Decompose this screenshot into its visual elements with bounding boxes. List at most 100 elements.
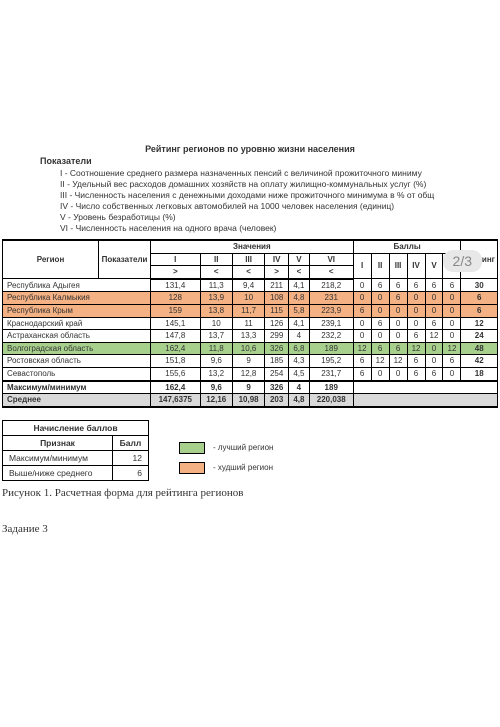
value-cell: 254: [265, 367, 289, 380]
doc-title: Рейтинг регионов по уровню жизни населен…: [0, 144, 500, 154]
score-cell: 0: [353, 317, 371, 330]
score-r0-c1: 12: [113, 450, 149, 465]
score-cell: 6: [407, 330, 425, 343]
region-name: Республика Адыгея: [3, 279, 151, 292]
score-cell: 12: [371, 355, 389, 368]
score-cell: 6: [353, 367, 371, 380]
legend-swatch-best: [179, 442, 205, 454]
indicators-list: I - Соотношение среднего размера назначе…: [60, 168, 500, 233]
legend-worst: - худший регион: [213, 463, 273, 472]
th-sign-2: <: [200, 266, 232, 279]
indicator-vi: VI - Численность населения на одного вра…: [60, 223, 500, 233]
th-values: Значения: [151, 240, 354, 253]
score-cell: 6: [353, 304, 371, 317]
score-cell: 6: [425, 279, 443, 292]
maxmin-1: 162,4: [151, 381, 201, 394]
score-cell: 0: [371, 292, 389, 305]
maxmin-4: 326: [265, 381, 289, 394]
rating-cell: 6: [461, 304, 498, 317]
value-cell: 151,8: [151, 355, 201, 368]
rating-cell: 30: [461, 279, 498, 292]
table-row: Республика Адыгея131,411,39,42114,1218,2…: [3, 279, 498, 292]
indicator-iii: III - Численность населения с денежными …: [60, 190, 500, 200]
th-sign-4: >: [265, 266, 289, 279]
task-heading: Задание 3: [2, 523, 500, 535]
page-indicator: 2/3: [443, 250, 482, 272]
th-region: Регион: [3, 240, 99, 279]
score-cell: 0: [353, 330, 371, 343]
th-sign-3: <: [232, 266, 264, 279]
th-pokaz: Показатели: [99, 240, 151, 279]
score-cell: 0: [425, 342, 443, 355]
score-cell: 0: [389, 317, 407, 330]
value-cell: 4,3: [288, 355, 309, 368]
th-b-V: V: [425, 253, 443, 279]
th-v-V: V: [288, 253, 309, 266]
value-cell: 9,4: [232, 279, 264, 292]
score-cell: 6: [353, 355, 371, 368]
value-cell: 11,7: [232, 304, 264, 317]
value-cell: 128: [151, 292, 201, 305]
score-cell: 6: [407, 279, 425, 292]
score-cell: 6: [371, 342, 389, 355]
value-cell: 189: [309, 342, 353, 355]
score-cell: 0: [389, 330, 407, 343]
score-h2: Балл: [113, 435, 149, 450]
score-cell: 0: [389, 304, 407, 317]
maxmin-3: 9: [232, 381, 264, 394]
value-cell: 211: [265, 279, 289, 292]
value-cell: 145,1: [151, 317, 201, 330]
maxmin-blank: [353, 381, 497, 394]
value-cell: 13,9: [200, 292, 232, 305]
value-cell: 11,8: [200, 342, 232, 355]
value-cell: 195,2: [309, 355, 353, 368]
th-v-III: III: [232, 253, 264, 266]
avg-2: 12,16: [200, 394, 232, 407]
th-scores: Баллы: [353, 240, 461, 253]
table-row: Ростовская область151,89,691854,3195,261…: [3, 355, 498, 368]
value-cell: 147,8: [151, 330, 201, 343]
score-cell: 0: [443, 367, 461, 380]
region-name: Республика Крым: [3, 304, 151, 317]
table-row: Республика Калмыкия12813,9101084,8231006…: [3, 292, 498, 305]
value-cell: 223,9: [309, 304, 353, 317]
table-row: Республика Крым15913,811,71155,8223,9600…: [3, 304, 498, 317]
rating-cell: 18: [461, 367, 498, 380]
th-b-IV: IV: [407, 253, 425, 279]
score-cell: 0: [371, 367, 389, 380]
avg-3: 10,98: [232, 394, 264, 407]
value-cell: 9,6: [200, 355, 232, 368]
table-row: Волгоградская область162,411,810,63266,8…: [3, 342, 498, 355]
score-table: Начисление баллов Признак Балл Максимум/…: [2, 420, 149, 481]
th-v-I: I: [151, 253, 201, 266]
score-cell: 6: [425, 367, 443, 380]
value-cell: 185: [265, 355, 289, 368]
rating-cell: 42: [461, 355, 498, 368]
table-row: Краснодарский край145,110111264,1239,106…: [3, 317, 498, 330]
score-r1-c1: 6: [113, 465, 149, 480]
th-v-II: II: [200, 253, 232, 266]
avg-blank: [353, 394, 497, 407]
value-cell: 115: [265, 304, 289, 317]
value-cell: 231: [309, 292, 353, 305]
rating-cell: 48: [461, 342, 498, 355]
score-cell: 0: [389, 367, 407, 380]
score-cell: 0: [443, 330, 461, 343]
score-cell: 6: [425, 317, 443, 330]
avg-5: 4,8: [288, 394, 309, 407]
value-cell: 11: [232, 317, 264, 330]
indicator-ii: II - Удельный вес расходов домашних хозя…: [60, 179, 500, 189]
indicator-v: V - Уровень безработицы (%): [60, 212, 500, 222]
score-cell: 0: [425, 292, 443, 305]
score-cell: 6: [443, 279, 461, 292]
maxmin-2: 9,6: [200, 381, 232, 394]
value-cell: 131,4: [151, 279, 201, 292]
value-cell: 162,4: [151, 342, 201, 355]
score-cell: 6: [371, 317, 389, 330]
score-h1: Признак: [3, 435, 113, 450]
row-avg-name: Среднее: [3, 394, 151, 407]
score-cell: 6: [371, 279, 389, 292]
value-cell: 9: [232, 355, 264, 368]
region-name: Ростовская область: [3, 355, 151, 368]
figure-caption: Рисунок 1. Расчетная форма для рейтинга …: [2, 487, 500, 499]
